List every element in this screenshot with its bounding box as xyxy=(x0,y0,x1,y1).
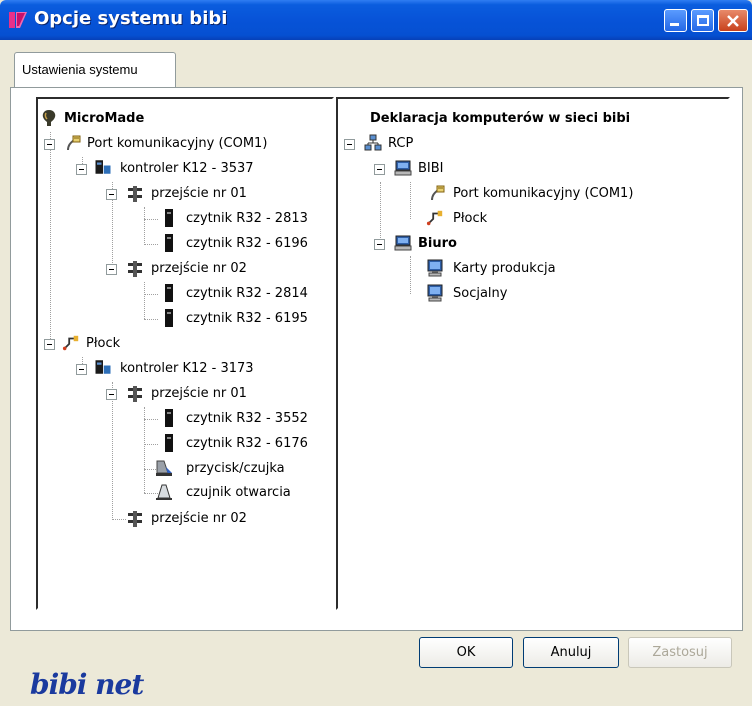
passage-icon xyxy=(128,386,142,402)
tree-node-label: czytnik R32 - 2814 xyxy=(186,286,308,301)
reader-icon xyxy=(165,409,173,427)
tree-node-label: Płock xyxy=(86,336,121,351)
minimize-button[interactable] xyxy=(664,9,687,32)
cancel-button[interactable]: Anuluj xyxy=(523,637,619,668)
network-link-icon xyxy=(62,335,79,351)
tree-node-label: czujnik otwarcia xyxy=(186,485,291,500)
tree-node-label: Biuro xyxy=(418,236,457,251)
tree-node-label: Port komunikacyjny (COM1) xyxy=(453,186,634,201)
controller-icon xyxy=(95,160,111,174)
reader-icon xyxy=(165,309,173,327)
collapse-toggle[interactable] xyxy=(374,164,385,175)
collapse-toggle[interactable] xyxy=(44,339,55,350)
tree-line xyxy=(144,244,158,245)
tree-heading-label: Deklaracja komputerów w sieci bibi xyxy=(370,111,631,126)
tree-node-label: czytnik R32 - 2813 xyxy=(186,211,308,226)
serial-port-icon xyxy=(431,185,445,201)
minimize-icon xyxy=(670,23,679,26)
tree-node-label: RCP xyxy=(388,136,414,151)
tree-root-label: MicroMade xyxy=(64,111,145,126)
tree-line xyxy=(144,219,158,220)
bibi-net-logo: bibi net xyxy=(30,668,144,701)
tree-node-label: przejście nr 02 xyxy=(151,261,247,276)
reader-icon xyxy=(165,434,173,452)
tree-node-label: BIBI xyxy=(418,161,444,176)
tree-node-label: Płock xyxy=(453,211,488,226)
close-button[interactable] xyxy=(718,9,748,32)
tree-line xyxy=(50,132,51,347)
collapse-toggle[interactable] xyxy=(106,189,117,200)
tree-node-label: czytnik R32 - 3552 xyxy=(186,411,308,426)
tree-node-label: przycisk/czujka xyxy=(186,461,285,476)
collapse-toggle[interactable] xyxy=(374,239,385,250)
tab-label: Ustawienia systemu xyxy=(22,62,138,77)
collapse-toggle[interactable] xyxy=(106,264,117,275)
collapse-toggle[interactable] xyxy=(76,364,87,375)
network-icon xyxy=(364,134,382,151)
tree-node-label: przejście nr 01 xyxy=(151,386,247,401)
options-dialog: Opcje systemu bibi Ustawienia systemu Mi… xyxy=(0,0,752,706)
tree-node-label: czytnik R32 - 6176 xyxy=(186,436,308,451)
network-link-icon xyxy=(426,210,443,226)
tree-line xyxy=(410,256,411,294)
collapse-toggle[interactable] xyxy=(76,164,87,175)
ok-button[interactable]: OK xyxy=(419,637,513,668)
window-title: Opcje systemu bibi xyxy=(34,8,228,29)
close-icon xyxy=(727,15,739,27)
workstation-icon xyxy=(427,259,443,277)
reader-icon xyxy=(165,284,173,302)
maximize-icon xyxy=(697,15,709,26)
tree-line xyxy=(380,182,381,242)
reader-icon xyxy=(165,209,173,227)
collapse-toggle[interactable] xyxy=(106,389,117,400)
tree-line xyxy=(144,419,158,420)
tree-node-label: czytnik R32 - 6196 xyxy=(186,236,308,251)
passage-icon xyxy=(128,261,142,277)
tree-line xyxy=(144,294,158,295)
tree-line xyxy=(410,182,411,219)
micromade-logo-icon xyxy=(42,110,56,126)
tree-line xyxy=(144,444,158,445)
tree-node-label: przejście nr 01 xyxy=(151,186,247,201)
collapse-toggle[interactable] xyxy=(344,139,355,150)
apply-button[interactable]: Zastosuj xyxy=(628,637,732,668)
serial-port-icon xyxy=(67,135,81,151)
tree-node-label: kontroler K12 - 3173 xyxy=(120,361,254,376)
tree-line xyxy=(144,282,145,319)
tree-line xyxy=(112,382,113,520)
tree-line xyxy=(112,519,126,520)
tree-node-label: kontroler K12 - 3537 xyxy=(120,161,254,176)
tab-system-settings[interactable]: Ustawienia systemu xyxy=(14,52,176,88)
passage-icon xyxy=(128,511,142,527)
computer-icon xyxy=(394,235,412,251)
button-sensor-icon xyxy=(156,460,172,476)
tree-node-label: Socjalny xyxy=(453,286,508,301)
computer-icon xyxy=(394,160,412,176)
tree-node-label: Port komunikacyjny (COM1) xyxy=(87,136,268,151)
reader-icon xyxy=(165,234,173,252)
app-icon xyxy=(9,12,27,28)
tree-node-label: czytnik R32 - 6195 xyxy=(186,311,308,326)
tree-line xyxy=(144,319,158,320)
title-bar[interactable]: Opcje systemu bibi xyxy=(0,0,752,40)
maximize-button[interactable] xyxy=(691,9,714,32)
workstation-icon xyxy=(427,284,443,302)
passage-icon xyxy=(128,186,142,202)
tree-line xyxy=(144,207,145,245)
tree-node-label: Karty produkcja xyxy=(453,261,556,276)
controller-icon xyxy=(95,360,111,374)
door-sensor-icon xyxy=(156,484,172,500)
tree-node-label: przejście nr 02 xyxy=(151,511,247,526)
collapse-toggle[interactable] xyxy=(44,139,55,150)
